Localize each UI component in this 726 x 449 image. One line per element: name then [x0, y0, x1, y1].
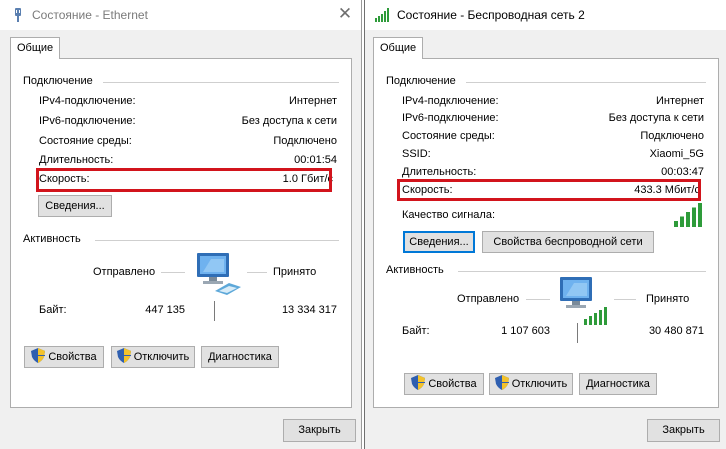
media-state-label: Состояние среды: [39, 135, 132, 147]
properties-label: Свойства [428, 378, 477, 390]
ethernet-status-window: Состояние - Ethernet ✕ Общие Подключение… [0, 0, 362, 449]
wireless-computer-icon [560, 277, 607, 325]
title-bar: Состояние - Беспроводная сеть 2 [365, 0, 726, 30]
wifi-signal-icon [375, 8, 389, 22]
duration-value: 00:01:54 [294, 154, 337, 166]
bytes-sent-value: 447 135 [145, 304, 185, 316]
close-button[interactable]: Закрыть [647, 419, 720, 442]
duration-label: Длительность: [39, 154, 114, 166]
signal-strength-icon [674, 203, 702, 227]
properties-button[interactable]: Свойства [24, 346, 104, 368]
duration-label: Длительность: [402, 166, 477, 178]
close-button[interactable]: Закрыть [283, 419, 356, 442]
shield-icon [31, 348, 46, 363]
shield-icon [494, 375, 509, 390]
speed-highlight-box [397, 179, 701, 201]
received-line [614, 299, 636, 300]
bytes-received-value: 30 480 871 [648, 325, 704, 337]
properties-button[interactable]: Свойства [404, 373, 484, 395]
disable-button[interactable]: Отключить [489, 373, 573, 395]
window-title: Состояние - Ethernet [32, 8, 148, 22]
ipv6-value: Без доступа к сети [608, 112, 704, 124]
diagnostics-button[interactable]: Диагностика [201, 346, 279, 368]
activity-divider [577, 323, 578, 343]
shield-icon [116, 348, 131, 363]
ipv6-value: Без доступа к сети [241, 115, 337, 127]
received-label: Принято [646, 293, 690, 305]
sent-label: Отправлено [457, 293, 520, 305]
diagnostics-button[interactable]: Диагностика [579, 373, 657, 395]
signal-bar [692, 207, 696, 227]
details-button[interactable]: Сведения... [38, 195, 112, 217]
ipv4-label: IPv4-подключение: [402, 95, 499, 107]
network-computer-icon [197, 253, 241, 295]
close-icon[interactable]: ✕ [335, 4, 355, 24]
disable-label: Отключить [133, 351, 190, 363]
signal-bar [698, 203, 702, 227]
media-state-value: Подключено [273, 135, 337, 147]
shield-icon [411, 375, 426, 390]
signal-bar [680, 216, 684, 227]
properties-label: Свойства [48, 351, 97, 363]
sent-line [526, 299, 550, 300]
general-panel: Подключение IPv4-подключение: Интернет I… [10, 58, 352, 408]
media-state-value: Подключено [640, 130, 704, 142]
ssid-label: SSID: [402, 148, 431, 160]
window-title: Состояние - Беспроводная сеть 2 [397, 8, 585, 22]
bytes-label: Байт: [39, 304, 67, 316]
speed-highlight-box [36, 168, 332, 192]
connection-group-title: Подключение [23, 75, 99, 87]
wireless-properties-button[interactable]: Свойства беспроводной сети [482, 231, 654, 253]
ipv4-value: Интернет [289, 95, 337, 107]
media-state-label: Состояние среды: [402, 130, 495, 142]
general-panel: Подключение IPv4-подключение: Интернет I… [373, 58, 719, 408]
activity-group-title: Активность [386, 264, 450, 276]
connection-group-title: Подключение [386, 75, 462, 87]
ipv6-label: IPv6-подключение: [402, 112, 499, 124]
tab-general[interactable]: Общие [373, 37, 424, 59]
bytes-received-value: 13 334 317 [281, 304, 337, 316]
ipv4-label: IPv4-подключение: [39, 95, 136, 107]
ipv4-value: Интернет [656, 95, 704, 107]
received-line [247, 272, 267, 273]
bytes-sent-value: 1 107 603 [501, 325, 550, 337]
title-bar: Состояние - Ethernet ✕ [0, 0, 361, 30]
bytes-label: Байт: [402, 325, 430, 337]
disable-label: Отключить [511, 378, 568, 390]
details-button[interactable]: Сведения... [403, 231, 475, 253]
sent-line [161, 272, 185, 273]
ipv6-label: IPv6-подключение: [39, 115, 136, 127]
wireless-status-window: Состояние - Беспроводная сеть 2 Общие По… [364, 0, 726, 449]
received-label: Принято [273, 266, 317, 278]
group-divider [458, 271, 706, 272]
signal-bar [674, 221, 678, 227]
disable-button[interactable]: Отключить [111, 346, 195, 368]
tab-general[interactable]: Общие [10, 37, 61, 59]
duration-value: 00:03:47 [661, 166, 704, 178]
activity-divider [214, 301, 215, 321]
activity-group-title: Активность [23, 233, 87, 245]
ssid-value: Xiaomi_5G [649, 148, 704, 160]
group-divider [103, 82, 339, 83]
sent-label: Отправлено [93, 266, 156, 278]
group-divider [95, 240, 339, 241]
signal-bar [686, 212, 690, 227]
group-divider [466, 82, 706, 83]
signal-quality-label: Качество сигнала: [402, 209, 496, 221]
ethernet-icon [15, 8, 21, 22]
